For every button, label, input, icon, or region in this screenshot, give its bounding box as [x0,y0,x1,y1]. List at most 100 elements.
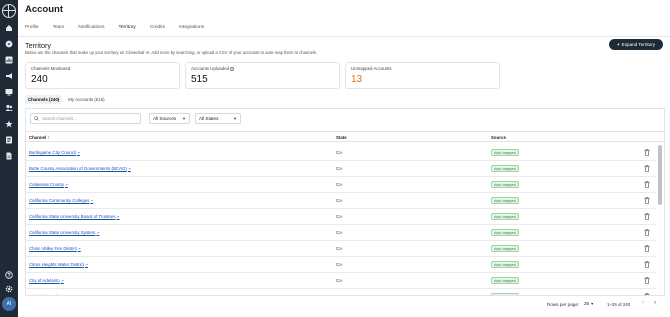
table-row: Chino Valley Fire District↗ CA Auto-mapp… [26,241,656,257]
trash-icon[interactable] [644,165,650,172]
trash-icon[interactable] [644,229,650,236]
channels-table-panel: All Sources ▼ All States ▼ Channel ↑ Sta… [25,108,665,317]
channel-link[interactable]: California State University System↗ [29,230,99,235]
channel-link[interactable]: Burlingame City Council↗ [29,150,80,155]
table-header: Channel ↑ State Source [26,131,664,142]
rows-per-page-select[interactable]: 25 ▼ [584,301,594,306]
source-badge: Auto-mapped [491,165,519,172]
state-cell: CA [336,214,343,219]
source-badge: Auto-mapped [491,245,519,252]
search-icon [34,116,39,121]
sort-arrow-icon: ↑ [47,135,50,140]
table-scrollbar[interactable] [658,145,662,205]
chart-icon[interactable] [5,56,13,64]
trash-icon[interactable] [644,261,650,268]
states-filter-select[interactable]: All States ▼ [195,113,241,124]
settings-icon[interactable] [5,285,13,293]
state-cell: CA [336,230,343,235]
expand-territory-button[interactable]: + Expand Territory [609,39,663,50]
table-row: Citrus Heights Water District↗ CA Auto-m… [26,257,656,273]
external-link-icon: ↗ [90,199,94,203]
external-link-icon: ↗ [64,183,68,187]
trash-icon[interactable] [644,149,650,156]
pagination-bar: Rows per page: 25 ▼ 1–25 of 240 ‹ › [25,295,665,317]
trash-icon[interactable] [644,245,650,252]
pagination-range: 1–25 of 240 [607,302,631,307]
stat-value: 240 [31,74,48,85]
column-header-state[interactable]: State [336,135,347,140]
stat-label: Channels Monitored [31,66,71,71]
plus-icon: + [616,42,620,47]
next-page-icon[interactable]: › [654,300,656,306]
trash-icon[interactable] [644,197,650,204]
table-row: California State University Board of Tru… [26,209,656,225]
document-icon[interactable] [5,152,13,160]
trash-icon[interactable] [644,213,650,220]
chevron-down-icon: ▼ [233,116,237,121]
external-link-icon: ↗ [127,167,131,171]
source-badge: Auto-mapped [491,197,519,204]
source-badge: Auto-mapped [491,213,519,220]
sidebar: AI [0,0,18,317]
checklist-icon[interactable] [5,136,13,144]
state-cell: CA [336,198,343,203]
avatar[interactable]: AI [2,297,16,311]
channel-link[interactable]: Butte County Association of Governments … [29,166,131,171]
channel-link[interactable]: California State University Board of Tru… [29,214,119,219]
state-cell: CA [336,150,343,155]
search-input[interactable] [42,115,137,122]
source-badge: Auto-mapped [491,229,519,236]
star-icon[interactable] [5,120,13,128]
tabs-divider [18,36,670,37]
column-header-channel[interactable]: Channel ↑ [29,135,50,140]
section-description: Below are the channels that make up your… [25,50,318,55]
state-cell: CA [336,278,343,283]
external-link-icon: ↗ [84,263,88,267]
home-icon[interactable] [5,24,13,32]
info-icon[interactable] [230,66,235,71]
column-header-source[interactable]: Source [491,135,506,140]
source-badge: Auto-mapped [491,181,519,188]
state-cell: CA [336,182,343,187]
chevron-down-icon: ▼ [590,302,594,306]
channel-link[interactable]: Citrus Heights Water District↗ [29,262,88,267]
chevron-down-icon: ▼ [182,116,186,121]
megaphone-icon[interactable] [5,72,13,80]
help-icon[interactable] [5,271,13,279]
stat-value: 13 [351,74,363,85]
channel-link[interactable]: City of Adelanto↗ [29,278,64,283]
app-logo-icon[interactable] [2,4,16,18]
table-row: Burlingame City Council↗ CA Auto-mapped [26,145,656,161]
previous-page-icon[interactable]: ‹ [642,300,644,306]
table-row: Calaveras County↗ CA Auto-mapped [26,177,656,193]
search-box[interactable] [30,113,141,124]
users-icon[interactable] [5,104,13,112]
subtab-channels[interactable]: Channels (240) [25,95,63,104]
channel-link[interactable]: California Community Colleges↗ [29,198,93,203]
state-cell: CA [336,246,343,251]
source-badge: Auto-mapped [491,277,519,284]
trash-icon[interactable] [644,181,650,188]
states-filter-value: All States [199,116,219,121]
channel-link[interactable]: Calaveras County↗ [29,182,68,187]
section-title: Territory [25,41,51,50]
compass-icon[interactable] [5,40,13,48]
table-row: Butte County Association of Governments … [26,161,656,177]
subtab-my-accounts[interactable]: My Accounts (515) [65,95,107,104]
monitor-icon[interactable] [5,88,13,96]
stat-label: Accounts Uploaded [191,66,235,71]
main-content: Account Profile Team Notifications Terri… [18,0,670,317]
table-row: California Community Colleges↗ CA Auto-m… [26,193,656,209]
table-row: City of Adelanto↗ CA Auto-mapped [26,273,656,289]
table-row: California State University System↗ CA A… [26,225,656,241]
table-subtabs: Channels (240) My Accounts (515) [25,95,111,104]
channel-link[interactable]: Chino Valley Fire District↗ [29,246,81,251]
source-badge: Auto-mapped [491,261,519,268]
stat-label: Unmapped Accounts [351,66,392,71]
rows-per-page-label: Rows per page: [547,302,580,307]
sources-filter-select[interactable]: All Sources ▼ [149,113,190,124]
external-link-icon: ↗ [116,215,120,219]
stat-card-accounts: Accounts Uploaded 515 [185,62,340,89]
external-link-icon: ↗ [77,247,81,251]
trash-icon[interactable] [644,277,650,284]
